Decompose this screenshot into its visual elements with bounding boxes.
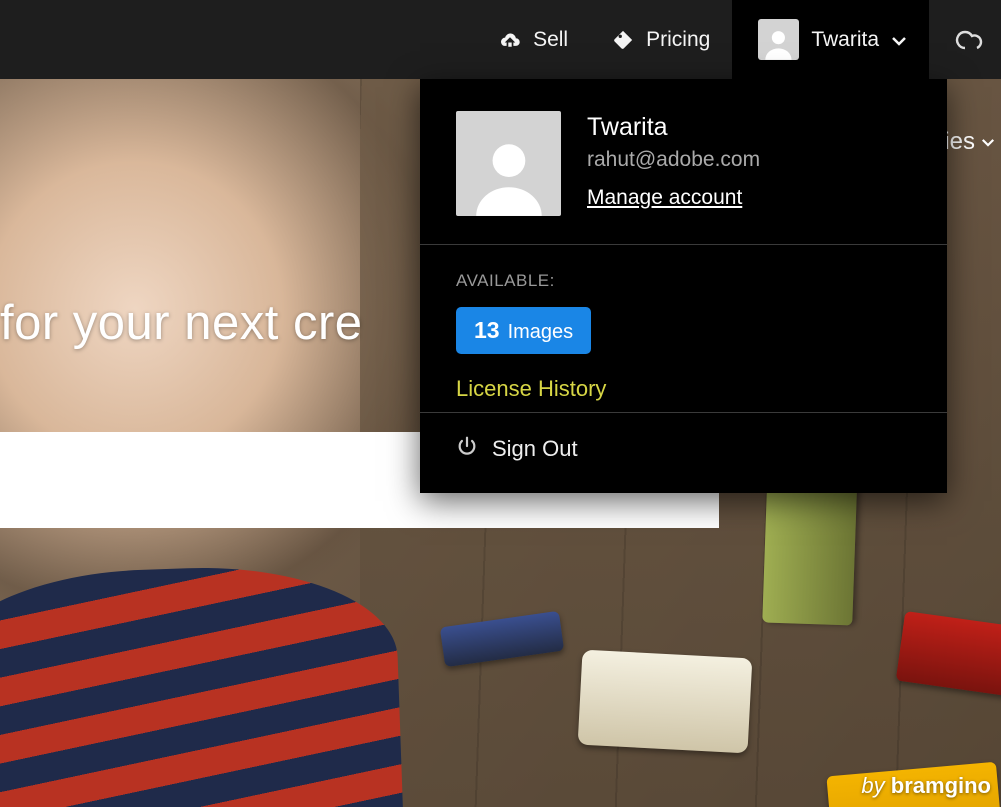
sign-out-label: Sign Out [492,436,578,462]
attribution-author: bramgino [891,773,991,798]
available-unit: Images [508,321,574,344]
nav-sell[interactable]: Sell [477,0,590,79]
avatar-icon [758,19,799,60]
avatar-large [456,111,561,216]
image-attribution[interactable]: by bramgino [861,773,991,799]
attribution-by: by [861,773,890,798]
sign-out-button[interactable]: Sign Out [420,413,947,493]
nav-username: Twarita [811,28,879,52]
nav-pricing-label: Pricing [646,28,710,52]
dropdown-email: rahut@adobe.com [587,148,760,172]
available-images-badge[interactable]: 13 Images [456,307,591,354]
chevron-down-icon [891,28,907,52]
nav-account[interactable]: Twarita [732,0,929,79]
dropdown-username: Twarita [587,113,760,142]
background-subject [0,561,405,807]
chevron-down-icon [981,138,995,147]
top-navigation: Sell Pricing Twarita [0,0,1001,79]
nav-pricing[interactable]: Pricing [590,0,732,79]
account-dropdown: Twarita rahut@adobe.com Manage account A… [420,79,947,493]
nav-sell-label: Sell [533,28,568,52]
creative-cloud-icon[interactable] [939,0,1001,79]
account-user-row: Twarita rahut@adobe.com Manage account [456,111,911,216]
power-icon [456,435,478,463]
hero-tagline: for your next cre [0,295,363,351]
available-label: AVAILABLE: [456,271,911,291]
background-car [578,650,753,754]
cloud-upload-icon [499,29,521,51]
manage-account-link[interactable]: Manage account [587,186,742,210]
available-count: 13 [474,317,500,344]
license-history-link[interactable]: License History [456,376,911,402]
tag-icon [612,29,634,51]
